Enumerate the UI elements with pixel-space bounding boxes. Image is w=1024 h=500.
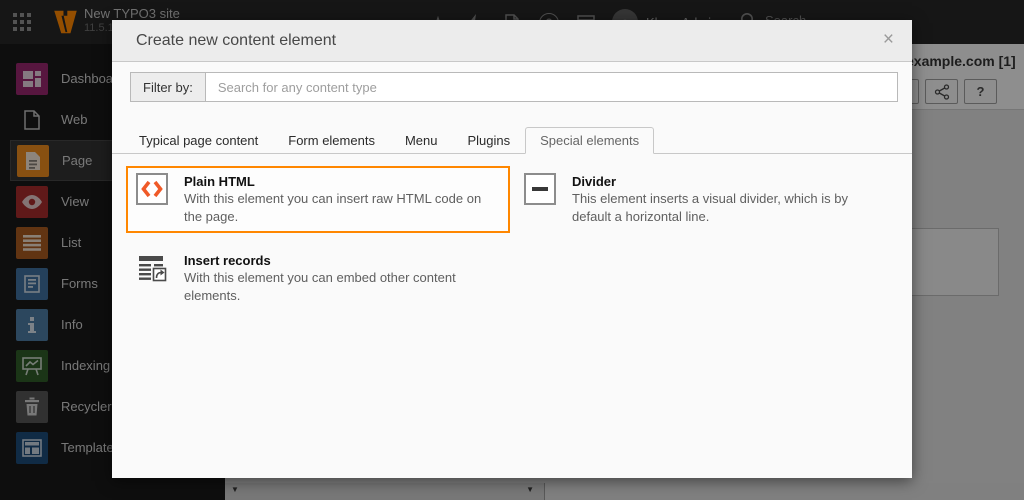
item-insert-records[interactable]: Insert records With this element you can… [126,245,510,312]
tab-form-elements[interactable]: Form elements [273,127,390,154]
modal-title: Create new content element [136,32,337,49]
filter-row: Filter by: [130,72,898,102]
content-type-search-input[interactable] [204,72,898,102]
item-divider[interactable]: Divider This element inserts a visual di… [514,166,898,233]
insert-records-icon [136,252,168,284]
item-description: With this element you can embed other co… [184,270,456,303]
item-title: Divider [572,174,617,189]
modal-header: Create new content element × [112,20,912,62]
divider-icon [524,173,556,205]
tab-special-elements[interactable]: Special elements [525,127,655,154]
item-description: With this element you can insert raw HTM… [184,191,482,224]
content-element-list: Plain HTML With this element you can ins… [112,154,912,324]
new-content-element-modal: Create new content element × Filter by: … [112,20,912,478]
item-title: Plain HTML [184,174,255,189]
tab-bar: Typical page content Form elements Menu … [112,127,912,154]
close-icon[interactable]: × [881,28,896,51]
tab-menu[interactable]: Menu [390,127,453,154]
tab-plugins[interactable]: Plugins [452,127,525,154]
item-description: This element inserts a visual divider, w… [572,191,849,224]
filter-by-label: Filter by: [130,72,205,102]
item-title: Insert records [184,253,271,268]
tab-typical-page-content[interactable]: Typical page content [124,127,273,154]
item-plain-html[interactable]: Plain HTML With this element you can ins… [126,166,510,233]
typo3-backend: New TYPO3 site 11.5.1 ★ ? Klaus Admin Se… [0,0,1024,500]
html-icon [136,173,168,205]
